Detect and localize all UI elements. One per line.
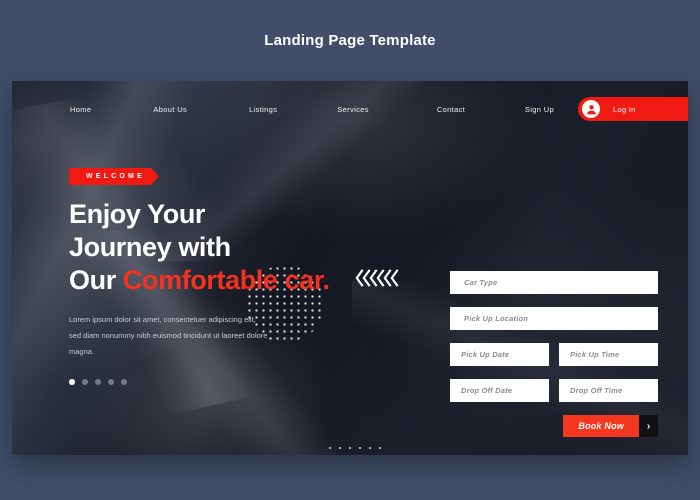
headline-line-1: Enjoy Your (69, 199, 206, 229)
hero-headline: Enjoy Your Journey with Our Comfortable … (69, 198, 399, 297)
pick-up-time-placeholder: Pick Up Time (570, 350, 620, 359)
drop-off-time-placeholder: Drop Off Time (570, 386, 623, 395)
slider-dot-3[interactable] (95, 379, 101, 385)
car-type-placeholder: Car Type (464, 278, 498, 287)
hero-copy: WELCOME Enjoy Your Journey with Our Comf… (69, 165, 399, 385)
chevron-right-icon: › (639, 415, 658, 437)
booking-form: Car Type Pick Up Location Pick Up Date P… (450, 271, 658, 437)
nav-links: Home About Us Listings Services Contact (12, 105, 465, 114)
main-navigation: Home About Us Listings Services Contact … (12, 81, 688, 137)
book-now-button[interactable]: Book Now › (563, 415, 658, 437)
welcome-badge: WELCOME (69, 168, 159, 185)
nav-item-contact[interactable]: Contact (437, 105, 465, 114)
nav-item-home[interactable]: Home (70, 105, 91, 114)
pick-up-time-input[interactable]: Pick Up Time (559, 343, 658, 366)
drop-off-date-input[interactable]: Drop Off Date (450, 379, 549, 402)
hero-banner: Home About Us Listings Services Contact … (12, 81, 688, 455)
slider-dot-5[interactable] (121, 379, 127, 385)
page-title: Landing Page Template (264, 32, 436, 49)
book-now-label: Book Now (563, 415, 639, 437)
drop-off-time-input[interactable]: Drop Off Time (559, 379, 658, 402)
pick-up-location-placeholder: Pick Up Location (464, 314, 529, 323)
dot-pattern-grid-icon (325, 443, 389, 455)
pick-up-date-input[interactable]: Pick Up Date (450, 343, 549, 366)
hero-paragraph: Lorem ipsum dolor sit amet, consectetuer… (69, 315, 268, 356)
log-in-label: Log In (613, 104, 636, 114)
nav-account-area: Sign Up Log In (525, 81, 688, 137)
headline-line-3-plain: Our (69, 265, 123, 295)
log-in-button[interactable]: Log In (578, 97, 688, 121)
headline-line-3-accent: Comfortable car. (122, 265, 330, 295)
headline-line-3: Our Comfortable car. (69, 264, 399, 297)
slider-dot-2[interactable] (82, 379, 88, 385)
user-avatar-icon (582, 100, 600, 118)
slider-dots (69, 379, 399, 385)
drop-off-date-placeholder: Drop Off Date (461, 386, 513, 395)
pick-up-location-input[interactable]: Pick Up Location (450, 307, 658, 330)
sign-up-link[interactable]: Sign Up (525, 105, 554, 114)
headline-line-2: Journey with (69, 232, 231, 262)
slider-dot-4[interactable] (108, 379, 114, 385)
slider-dot-1[interactable] (69, 379, 75, 385)
pick-up-row: Pick Up Date Pick Up Time (450, 343, 658, 366)
pick-up-date-placeholder: Pick Up Date (461, 350, 510, 359)
drop-off-row: Drop Off Date Drop Off Time (450, 379, 658, 402)
car-type-input[interactable]: Car Type (450, 271, 658, 294)
nav-item-about-us[interactable]: About Us (153, 105, 187, 114)
book-now-row: Book Now › (450, 415, 658, 437)
nav-item-services[interactable]: Services (337, 105, 369, 114)
nav-item-listings[interactable]: Listings (249, 105, 277, 114)
